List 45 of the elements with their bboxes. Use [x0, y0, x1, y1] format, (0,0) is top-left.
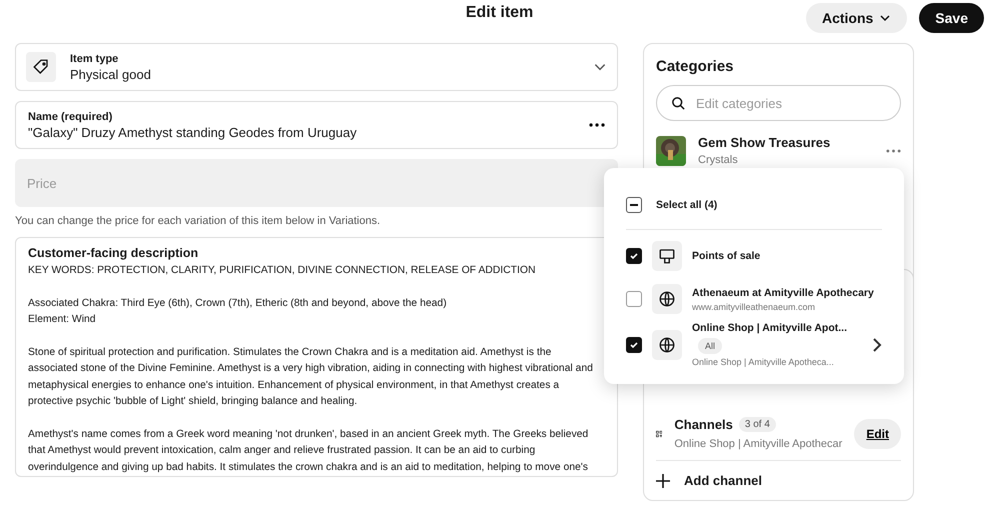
chevron-right-icon[interactable]: [872, 336, 882, 352]
count-badge: 3 of 4: [738, 417, 776, 432]
channels-summary: Online Shop | Amityville Apothecar: [674, 438, 842, 450]
channel-name: Points of sale: [692, 250, 762, 262]
channel-checkbox[interactable]: [626, 336, 642, 352]
check-icon: [629, 340, 639, 350]
save-button[interactable]: Save: [919, 3, 984, 33]
description-paragraph: Stone of spiritual protection and purification. Stimulates the Crown Chakra and is a meditation aid. Amethyst is the associated stone of the Divine Feminine. Amethyst is a very high vibration, aiding in connecting with highest vibrational and metaphysical energies to enhance one's intuition. Enhancement of physical environment, in that Amethyst creates a protective psychic 'bubble of Light' shield, bringing balance and healing.: [28, 346, 594, 409]
channel-checkbox[interactable]: [626, 248, 642, 264]
channel-url: Online Shop | Amityville Apotheca...: [692, 357, 835, 367]
description-field[interactable]: [15, 237, 618, 477]
description-paragraph: Amethyst's name comes from a Greek word meaning 'not drunken', based in an ancient Greek myth. The Greeks believed that Amethyst would prevent intoxication, calm anger and relieve frustrated passion. It can be an aid to curbing overindulgence and giving up bad habits. It stimulates the crown chakra and is an aid to meditation, helping to move one's: [28, 428, 590, 474]
add-channel-link[interactable]: Add channel: [684, 473, 762, 488]
card-title: Categories: [656, 58, 735, 75]
search-icon: [671, 96, 686, 110]
description-paragraph: KEY WORDS: PROTECTION, CLARITY, PURIFICATION, DIVINE CONNECTION, RELEASE OF ADDICTION: [28, 264, 536, 278]
globe-icon: [658, 336, 676, 354]
field-label: Item type: [70, 52, 120, 64]
channel-name: Online Shop | Amityville Apot...: [692, 322, 848, 334]
actions-button[interactable]: Actions: [806, 3, 908, 33]
channel-name: Athenaeum at Amityville Apothecary: [692, 286, 875, 298]
edit-button[interactable]: Edit: [854, 418, 901, 448]
field-label: Name (required): [28, 110, 114, 122]
page-title: Edit item: [466, 4, 534, 22]
description-paragraph: Associated Chakra: Third Eye (6th), Crown (7th), Etheric (8th and beyond, above the head) Element: Wind: [28, 296, 448, 327]
channel-tag: All: [698, 338, 722, 354]
select-all-checkbox[interactable]: [626, 197, 642, 213]
field-label: Customer-facing description: [28, 246, 200, 260]
field-value: Physical good: [70, 66, 152, 82]
check-icon: [629, 251, 639, 261]
register-icon: [658, 247, 676, 265]
field-value: "Galaxy" Druzy Amethyst standing Geodes from Uruguay: [28, 124, 357, 140]
more-icon[interactable]: [589, 123, 605, 127]
item-type-select[interactable]: Item type Physical good: [15, 43, 618, 91]
tag-icon: [26, 52, 56, 82]
category-sub: Crystals: [698, 154, 739, 166]
channel-checkbox[interactable]: [626, 291, 642, 307]
globe-icon: [658, 290, 676, 308]
price-hint: You can change the price for each variation of this item below in Variations.: [15, 215, 382, 227]
channel-url: www.amityvilleathenaeum.com: [692, 302, 816, 312]
category-name: Gem Show Treasures: [698, 135, 832, 150]
select-all-label: Select all (4): [656, 199, 718, 211]
channels-title: Channels: [674, 417, 733, 432]
plus-icon: [656, 474, 670, 488]
name-field[interactable]: Name (required) "Galaxy" Druzy Amethyst standing Geodes from Uruguay: [15, 101, 618, 149]
